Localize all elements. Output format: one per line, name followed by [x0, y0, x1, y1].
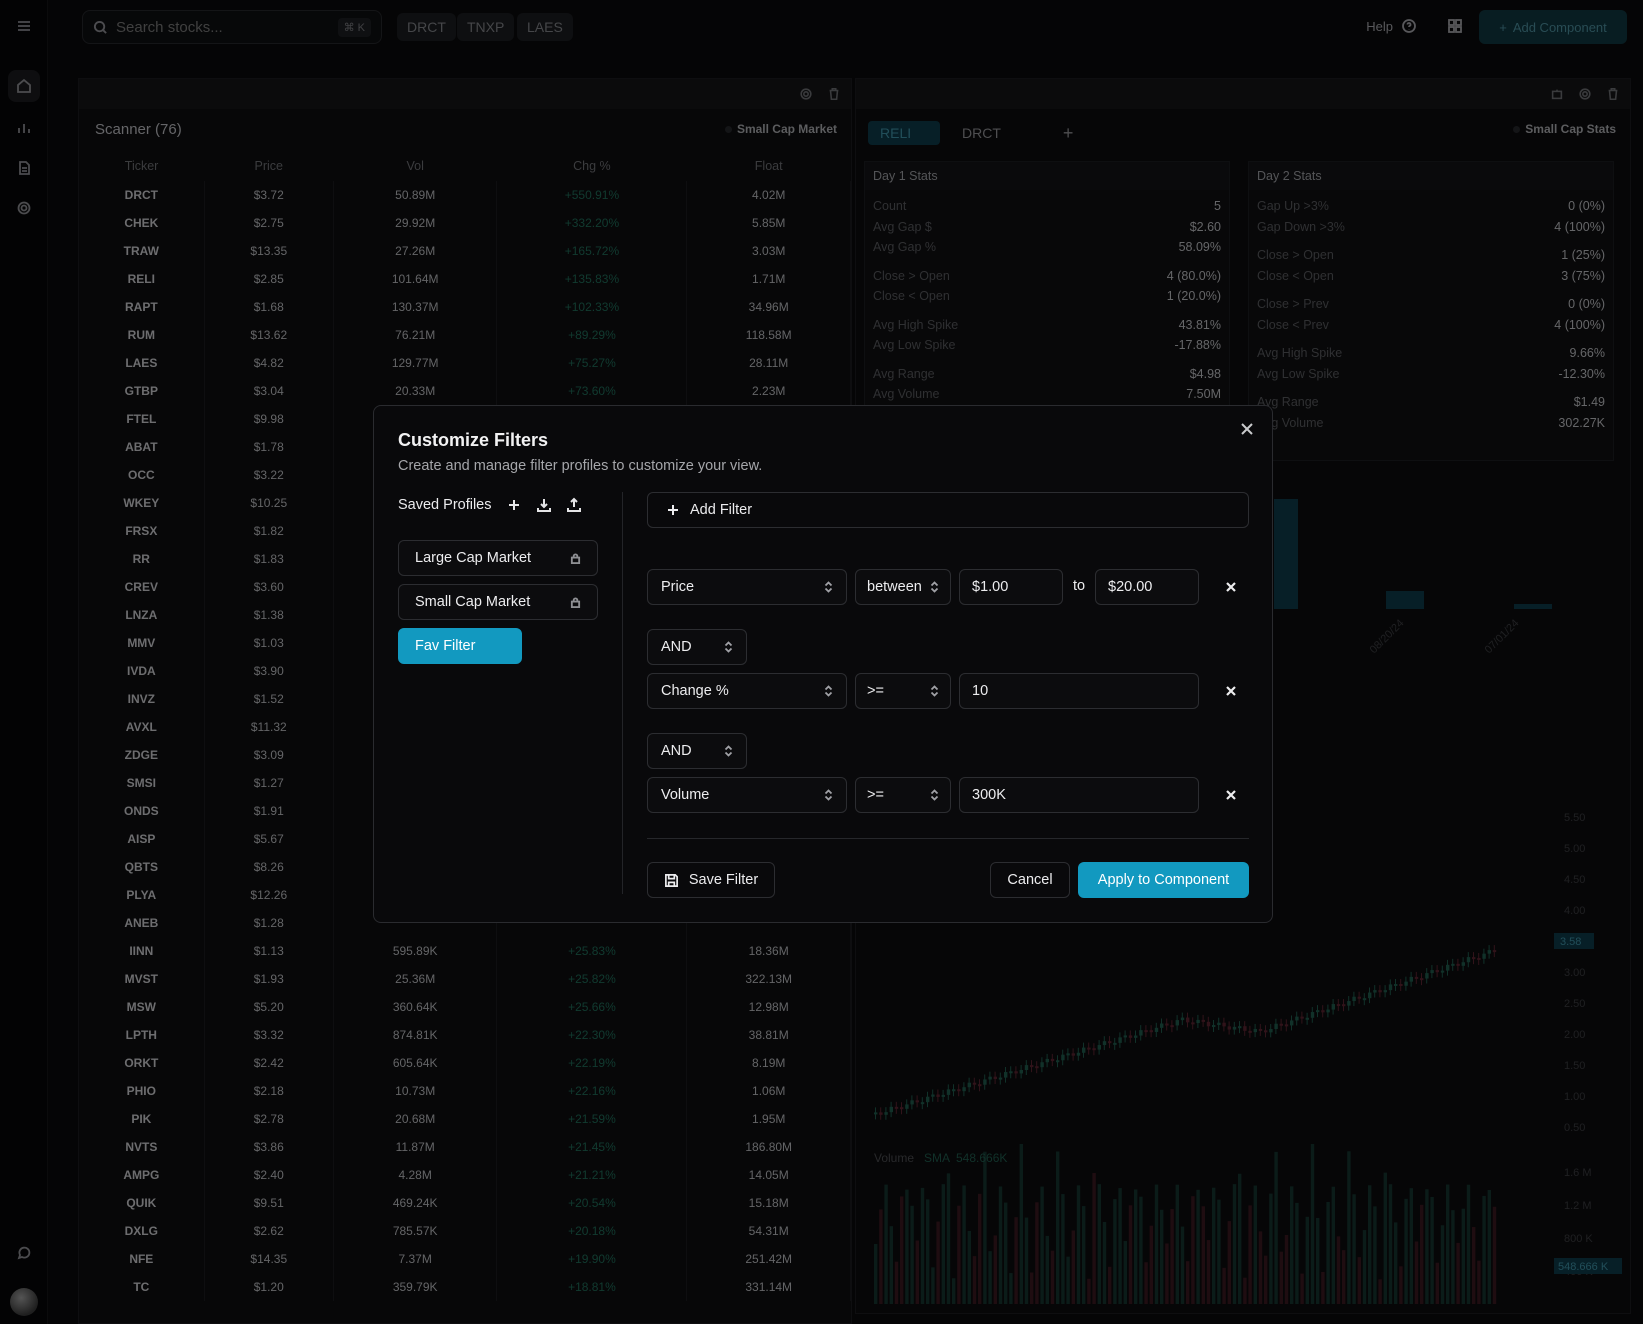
filter-operator-select[interactable]: between: [855, 569, 951, 605]
dialog-title: Customize Filters: [398, 430, 549, 450]
plus-icon[interactable]: [506, 497, 522, 513]
upload-icon[interactable]: [566, 497, 582, 513]
filter-field-select[interactable]: Change %: [647, 673, 847, 709]
dialog-subtitle: Create and manage filter profiles to cus…: [398, 458, 763, 474]
profile-label: Large Cap Market: [415, 550, 532, 566]
plus-icon: [668, 505, 678, 515]
dialog-divider: [622, 492, 623, 894]
dialog-footer-divider: [647, 838, 1249, 839]
filter-value-input[interactable]: 10: [959, 673, 1199, 709]
app: ⌘ K DRCT TNXP LAES Help + Add Component …: [0, 0, 1643, 1324]
chevron-up-down-icon: [930, 789, 939, 801]
close-icon: [1241, 423, 1253, 435]
filter-value-input[interactable]: 300K: [959, 777, 1199, 813]
filter-operator-select[interactable]: >=: [855, 673, 951, 709]
filter-operator-value: between: [867, 579, 922, 595]
chevron-up-down-icon: [724, 641, 733, 653]
chevron-up-down-icon: [724, 745, 733, 757]
saved-profiles-label: Saved Profiles: [398, 497, 492, 513]
filter-operator-select[interactable]: >=: [855, 777, 951, 813]
close-icon: [1226, 582, 1236, 592]
filter-field-value: Change %: [661, 683, 729, 699]
add-filter-button[interactable]: Add Filter: [647, 492, 1249, 528]
profile-fav-filter[interactable]: Fav Filter: [398, 628, 522, 664]
filter-value-input[interactable]: $1.00: [959, 569, 1063, 605]
filter-field-value: Volume: [661, 787, 710, 803]
profile-label: Small Cap Market: [415, 594, 531, 610]
close-icon: [1226, 686, 1236, 696]
profile-small-cap-market[interactable]: Small Cap Market: [398, 584, 598, 620]
connector-value: AND: [661, 639, 692, 655]
lock-icon: [570, 552, 581, 564]
filter-value2-input[interactable]: $20.00: [1095, 569, 1199, 605]
range-to-label: to: [1073, 578, 1086, 594]
chevron-up-down-icon: [930, 581, 939, 593]
chevron-up-down-icon: [824, 685, 833, 697]
remove-filter-button[interactable]: [1221, 577, 1241, 597]
lock-icon: [570, 596, 581, 608]
chevron-up-down-icon: [824, 581, 833, 593]
apply-to-component-button[interactable]: Apply to Component: [1078, 862, 1249, 898]
remove-filter-button[interactable]: [1221, 681, 1241, 701]
saved-profiles-header: Saved Profiles: [398, 497, 582, 513]
download-icon[interactable]: [536, 497, 552, 513]
connector-value: AND: [661, 743, 692, 759]
filter-operator-value: >=: [867, 787, 884, 803]
close-icon: [1226, 790, 1236, 800]
chevron-up-down-icon: [930, 685, 939, 697]
customize-filters-dialog: Customize Filters Create and manage filt…: [373, 405, 1273, 923]
save-icon: [664, 873, 678, 887]
chevron-up-down-icon: [824, 789, 833, 801]
profile-large-cap-market[interactable]: Large Cap Market: [398, 540, 598, 576]
cancel-button[interactable]: Cancel: [990, 862, 1070, 898]
close-button[interactable]: [1240, 422, 1258, 440]
filter-field-value: Price: [661, 579, 695, 595]
save-filter-button[interactable]: Save Filter: [647, 862, 775, 898]
profile-label: Fav Filter: [415, 638, 476, 654]
add-filter-label: Add Filter: [690, 502, 753, 518]
connector-select[interactable]: AND: [647, 733, 747, 769]
save-filter-label: Save Filter: [688, 872, 759, 888]
filter-field-select[interactable]: Price: [647, 569, 847, 605]
filter-operator-value: >=: [867, 683, 884, 699]
connector-select[interactable]: AND: [647, 629, 747, 665]
remove-filter-button[interactable]: [1221, 785, 1241, 805]
filter-field-select[interactable]: Volume: [647, 777, 847, 813]
